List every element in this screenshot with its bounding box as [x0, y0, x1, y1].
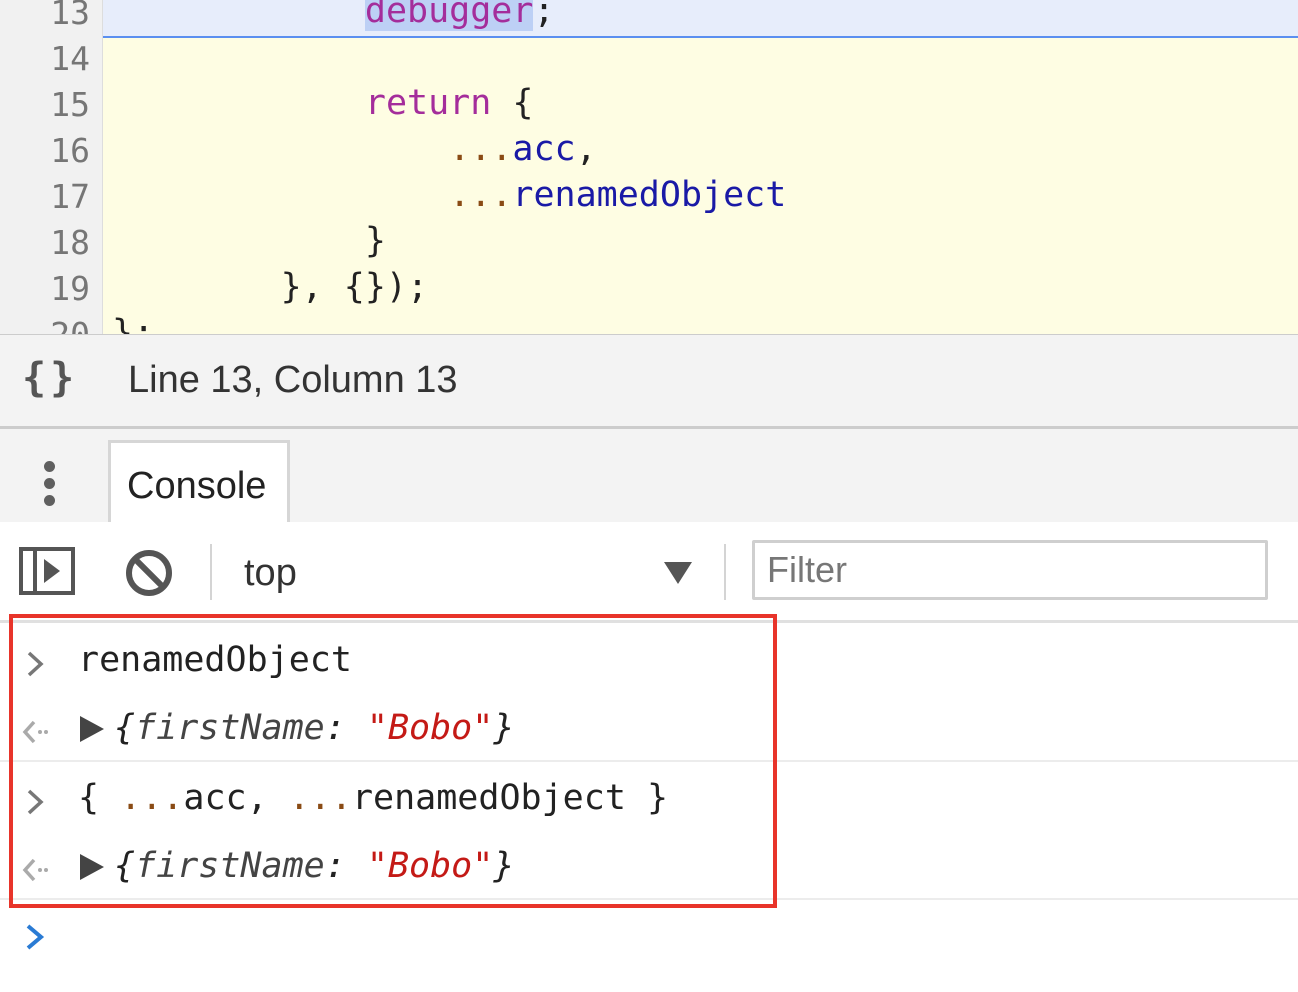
result-arrow-icon: [22, 720, 48, 744]
token: };: [112, 313, 155, 334]
console-input-entry[interactable]: renamedObject: [0, 624, 1298, 692]
token: acc: [512, 129, 576, 169]
code-line[interactable]: debugger;: [112, 0, 555, 34]
token: }: [493, 708, 515, 748]
context-selector[interactable]: top: [230, 522, 710, 620]
tab-console[interactable]: Console: [108, 440, 290, 526]
console-entry-text: renamedObject: [78, 638, 352, 682]
token: ;: [533, 0, 555, 31]
pretty-print-icon[interactable]: {}: [22, 355, 78, 401]
token: {: [491, 83, 534, 123]
code-line[interactable]: }, {});: [112, 264, 429, 310]
token: renamedObject: [78, 640, 352, 680]
console-messages: renamedObject {firstName: "Bobo"} { ...a…: [0, 620, 1298, 992]
line-number-gutter[interactable]: 13 14 15 16 17 18 19 20: [0, 0, 103, 334]
console-result-entry[interactable]: {firstName: "Bobo"}: [0, 692, 1298, 762]
token: ...: [120, 778, 184, 818]
token: "Bobo": [366, 708, 494, 748]
token: {: [114, 846, 136, 886]
line-number[interactable]: 20: [50, 312, 90, 334]
filter-input[interactable]: [752, 540, 1268, 600]
token: }: [493, 846, 515, 886]
expand-object-icon[interactable]: [80, 716, 104, 742]
line-number[interactable]: 13: [50, 0, 90, 36]
token: ...: [449, 129, 513, 169]
token: return: [364, 83, 492, 123]
console-prompt-icon[interactable]: [22, 922, 48, 952]
console-entry-text: {firstName: "Bobo"}: [114, 706, 514, 750]
code-line[interactable]: };: [112, 310, 154, 334]
cursor-position: Line 13, Column 13: [128, 359, 458, 401]
clear-console-icon[interactable]: [124, 548, 174, 598]
editor-status-bar: {} Line 13, Column 13: [0, 334, 1298, 427]
result-arrow-icon: [22, 858, 48, 882]
console-entry-text: {firstName: "Bobo"}: [114, 844, 514, 888]
context-selector-value: top: [244, 552, 297, 594]
token: ,: [575, 129, 597, 169]
token: ...: [449, 175, 513, 215]
input-chevron-icon: [27, 789, 44, 815]
toolbar-divider: [210, 544, 212, 600]
token: renamedObject: [512, 175, 787, 215]
line-number[interactable]: 18: [50, 220, 90, 266]
input-chevron-icon: [27, 651, 44, 677]
token: ...: [288, 778, 352, 818]
token: }: [112, 221, 386, 261]
console-toolbar: top: [0, 522, 1298, 623]
show-sidebar-icon[interactable]: [18, 546, 76, 596]
token: :: [324, 708, 367, 748]
line-number[interactable]: 14: [50, 36, 90, 82]
token: {: [114, 708, 136, 748]
source-editor[interactable]: 13 14 15 16 17 18 19 20 debugger; return…: [0, 0, 1298, 334]
code-line[interactable]: return {: [112, 80, 534, 126]
line-number[interactable]: 19: [50, 266, 90, 312]
console-entry-text: { ...acc, ...renamedObject }: [78, 776, 668, 820]
token: debugger: [364, 0, 534, 31]
token: firstName: [135, 708, 325, 748]
tab-console-label: Console: [127, 465, 267, 507]
code-line[interactable]: ...acc,: [112, 126, 597, 172]
token: acc,: [183, 778, 289, 818]
dropdown-arrow-icon: [664, 562, 692, 584]
token: firstName: [135, 846, 325, 886]
token: }, {});: [112, 267, 429, 307]
code-line[interactable]: ...renamedObject: [112, 172, 786, 218]
code-line[interactable]: }: [112, 218, 386, 264]
token: "Bobo": [366, 846, 494, 886]
expand-object-icon[interactable]: [80, 854, 104, 880]
kebab-menu-icon[interactable]: [36, 459, 66, 507]
token: {: [78, 778, 121, 818]
token: renamedObject }: [351, 778, 669, 818]
line-number[interactable]: 17: [50, 174, 90, 220]
drawer-tab-bar: Console: [0, 426, 1298, 528]
toolbar-divider: [724, 544, 726, 600]
line-number[interactable]: 15: [50, 82, 90, 128]
console-input-entry[interactable]: { ...acc, ...renamedObject }: [0, 762, 1298, 830]
token: :: [324, 846, 367, 886]
line-number[interactable]: 16: [50, 128, 90, 174]
console-result-entry[interactable]: {firstName: "Bobo"}: [0, 830, 1298, 900]
